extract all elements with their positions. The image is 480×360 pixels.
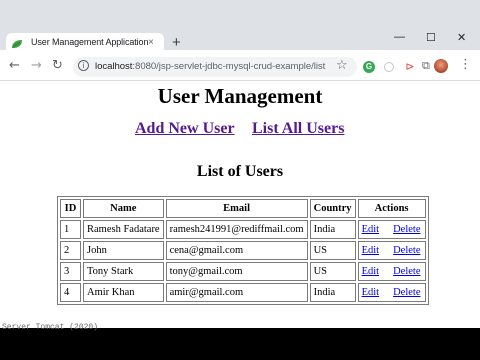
- cell-email: ramesh241991@rediffmail.com: [165, 220, 308, 239]
- cell-country: US: [309, 241, 356, 260]
- cell-actions: Edit Delete: [357, 283, 426, 302]
- table-header-row: ID Name Email Country Actions: [60, 199, 426, 218]
- forward-button[interactable]: →: [31, 58, 42, 73]
- cell-email: cena@gmail.com: [165, 241, 308, 260]
- video-letterbox: [0, 328, 480, 360]
- cell-name: Tony Stark: [83, 262, 164, 281]
- bookmark-star-icon[interactable]: ☆: [336, 58, 348, 73]
- table-row: 2 John cena@gmail.com US Edit Delete: [60, 241, 426, 260]
- edit-link[interactable]: Edit: [362, 224, 380, 235]
- tab-title: User Management Application: [31, 37, 149, 47]
- edit-link[interactable]: Edit: [362, 266, 380, 277]
- header-email: Email: [165, 199, 308, 218]
- users-table: ID Name Email Country Actions 1 Ramesh F…: [57, 196, 429, 305]
- cell-country: India: [309, 220, 356, 239]
- toolbar-divider: [0, 80, 480, 81]
- circle-extension-icon[interactable]: [384, 62, 394, 72]
- cell-name: John: [83, 241, 164, 260]
- table-row: 4 Amir Khan amir@gmail.com India Edit Del…: [60, 283, 426, 302]
- table-row: 3 Tony Stark tony@gmail.com US Edit Delet…: [60, 262, 426, 281]
- add-new-user-link[interactable]: Add New User: [135, 120, 235, 138]
- leaf-favicon-icon: [12, 40, 22, 48]
- delete-link[interactable]: Delete: [393, 266, 420, 277]
- url-text[interactable]: localhost:8080/jsp-servlet-jdbc-mysql-cr…: [95, 61, 325, 72]
- edit-link[interactable]: Edit: [362, 245, 380, 256]
- info-icon[interactable]: i: [78, 60, 89, 71]
- cell-id: 2: [60, 241, 81, 260]
- header-actions: Actions: [357, 199, 426, 218]
- maximize-button[interactable]: ☐: [426, 31, 436, 44]
- minimize-button[interactable]: —: [394, 31, 405, 43]
- cell-id: 4: [60, 283, 81, 302]
- cell-email: amir@gmail.com: [165, 283, 308, 302]
- new-tab-button[interactable]: +: [172, 34, 181, 51]
- close-window-button[interactable]: ✕: [457, 31, 466, 44]
- tab-close-icon[interactable]: ×: [148, 37, 154, 48]
- cell-country: US: [309, 262, 356, 281]
- cell-name: Ramesh Fadatare: [83, 220, 164, 239]
- cell-actions: Edit Delete: [357, 241, 426, 260]
- puzzle-icon[interactable]: ⧉: [422, 59, 434, 73]
- overlay-caption: Server Tomcat (2020): [2, 323, 99, 332]
- header-id: ID: [60, 199, 81, 218]
- header-country: Country: [309, 199, 356, 218]
- cell-name: Amir Khan: [83, 283, 164, 302]
- grammarly-icon[interactable]: G: [363, 61, 375, 73]
- url-host: localhost: [95, 61, 133, 72]
- cell-id: 3: [60, 262, 81, 281]
- cell-country: India: [309, 283, 356, 302]
- red-extension-icon[interactable]: ⊳: [403, 60, 417, 74]
- cell-email: tony@gmail.com: [165, 262, 308, 281]
- table-row: 1 Ramesh Fadatare ramesh241991@rediffmai…: [60, 220, 426, 239]
- section-title: List of Users: [196, 163, 284, 180]
- cell-id: 1: [60, 220, 81, 239]
- list-all-users-link[interactable]: List All Users: [252, 120, 344, 138]
- delete-link[interactable]: Delete: [393, 287, 420, 298]
- browser-menu-icon[interactable]: ⋮: [459, 57, 472, 72]
- delete-link[interactable]: Delete: [393, 245, 420, 256]
- page-title: User Management: [157, 84, 323, 108]
- url-path: :8080/jsp-servlet-jdbc-mysql-crud-exampl…: [132, 61, 326, 72]
- cell-actions: Edit Delete: [357, 220, 426, 239]
- cell-actions: Edit Delete: [357, 262, 426, 281]
- edit-link[interactable]: Edit: [362, 287, 380, 298]
- delete-link[interactable]: Delete: [393, 224, 420, 235]
- header-name: Name: [83, 199, 164, 218]
- back-button[interactable]: ←: [9, 58, 20, 73]
- reload-button[interactable]: ↻: [52, 58, 63, 73]
- browser-window: User Management Application × + — ☐ ✕ ← …: [0, 0, 480, 328]
- avatar[interactable]: [434, 59, 448, 73]
